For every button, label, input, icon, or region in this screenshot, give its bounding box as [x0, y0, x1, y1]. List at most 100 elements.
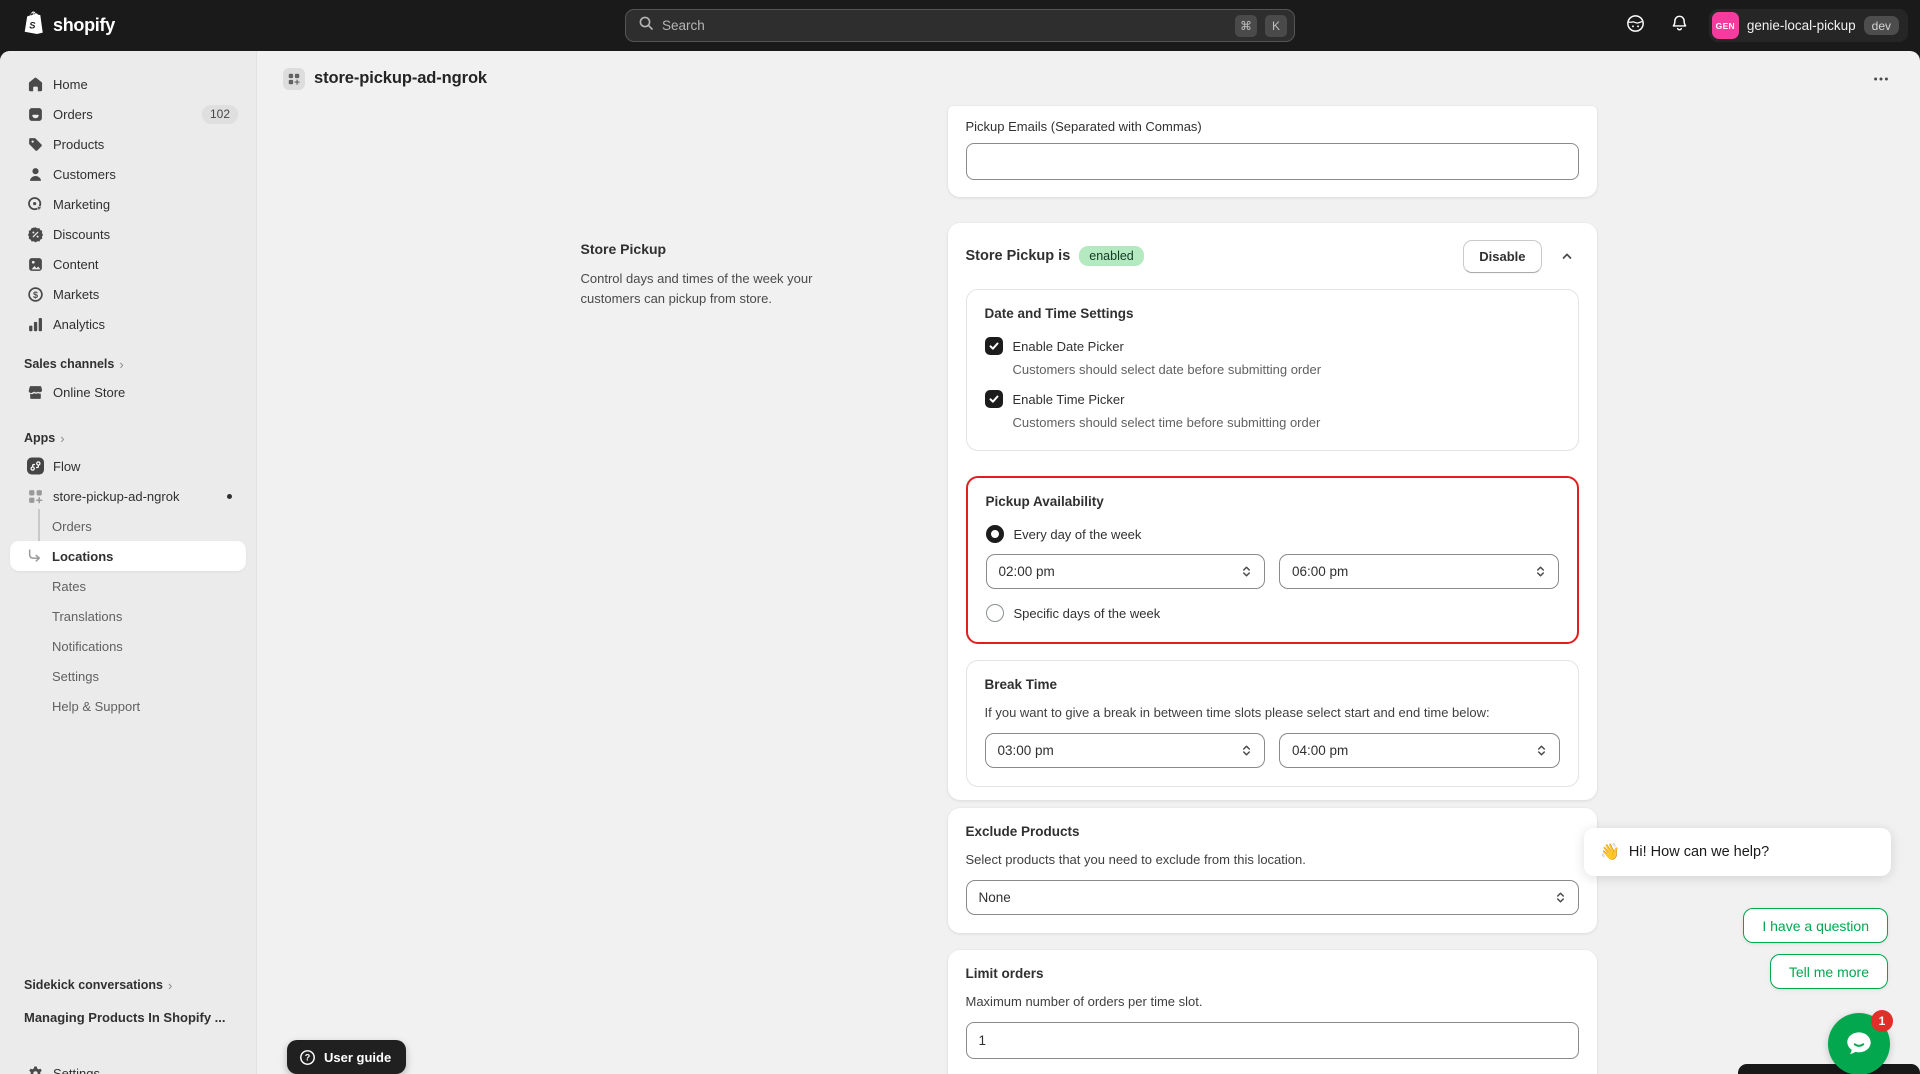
end-time-select[interactable]: 06:00 pm	[1279, 554, 1559, 589]
updown-chevron-icon	[1242, 566, 1251, 577]
notifications-button[interactable]	[1665, 11, 1695, 41]
search-input[interactable]	[662, 18, 1227, 33]
collapse-section-button[interactable]	[1555, 244, 1579, 268]
shopify-bag-icon: S	[22, 10, 46, 42]
sidebar-subitem-notifications[interactable]: Notifications	[0, 631, 256, 661]
sidekick-icon	[1625, 13, 1646, 39]
break-time-range: 03:00 pm 04:00 pm	[984, 733, 1560, 768]
search-icon	[638, 15, 654, 36]
apps-header[interactable]: Apps ›	[0, 425, 256, 451]
storefront-icon	[27, 384, 44, 401]
sidebar-item-analytics[interactable]: Analytics	[0, 309, 256, 339]
store-pickup-card-header: Store Pickup is enabled Disable	[966, 239, 1579, 273]
store-avatar: GEN	[1711, 12, 1739, 39]
enable-time-picker-row[interactable]: Enable Time Picker	[984, 390, 1560, 408]
user-guide-button[interactable]: ? User guide	[287, 1040, 407, 1074]
specific-days-label: Specific days of the week	[1013, 605, 1161, 621]
sidebar-item-label: Orders	[53, 106, 93, 122]
break-time-description: If you want to give a break in between t…	[984, 705, 1490, 720]
end-time-value: 06:00 pm	[1292, 564, 1349, 579]
chat-minimized-bar[interactable]	[1738, 1064, 1920, 1074]
enable-time-picker-label: Enable Time Picker	[1012, 391, 1125, 407]
sidebar-subitem-rates[interactable]: Rates	[0, 571, 256, 601]
sidebar-item-label: Home	[53, 76, 88, 92]
sidebar-subitem-locations[interactable]: Locations	[10, 541, 246, 571]
chat-greeting-bubble: 👋 Hi! How can we help?	[1584, 828, 1891, 876]
chat-launcher-button[interactable]: 1	[1828, 1010, 1893, 1074]
sidekick-button[interactable]	[1621, 11, 1651, 41]
chevron-up-icon	[1562, 253, 1571, 259]
settings-layout: Pickup Emails (Separated with Commas) St…	[581, 106, 1597, 1074]
sidebar-item-label: Analytics	[53, 316, 106, 332]
app-grid-icon	[27, 488, 44, 505]
break-start-value: 03:00 pm	[997, 743, 1054, 758]
every-day-option[interactable]: Every day of the week	[985, 525, 1559, 543]
limit-orders-input[interactable]	[965, 1022, 1579, 1059]
date-time-settings-title: Date and Time Settings	[984, 306, 1134, 321]
globe-dollar-icon: $	[27, 286, 44, 303]
sidebar-item-customers[interactable]: Customers	[0, 159, 256, 189]
global-search[interactable]: ⌘ K	[625, 9, 1295, 42]
sales-channels-label: Sales channels	[24, 357, 115, 371]
break-end-select[interactable]: 04:00 pm	[1279, 733, 1560, 768]
specific-days-radio[interactable]	[985, 604, 1004, 622]
enable-date-picker-checkbox[interactable]	[984, 337, 1003, 355]
sidebar-subitem-translations[interactable]: Translations	[0, 601, 256, 631]
sidebar-item-label: store-pickup-ad-ngrok	[53, 488, 180, 504]
orders-count-badge: 102	[201, 104, 238, 124]
sidebar-item-markets[interactable]: $ Markets	[0, 279, 256, 309]
disable-button[interactable]: Disable	[1463, 239, 1542, 273]
sidebar-item-discounts[interactable]: Discounts	[0, 219, 256, 249]
chevron-right-icon: ›	[119, 356, 124, 372]
sidebar-item-flow[interactable]: Flow	[0, 451, 256, 481]
break-time-section: Break Time If you want to give a break i…	[965, 660, 1579, 787]
sidebar-item-home[interactable]: Home	[0, 69, 256, 99]
sidebar-subitem-settings[interactable]: Settings	[0, 661, 256, 691]
dev-badge: dev	[1863, 16, 1899, 35]
updown-chevron-icon	[1556, 892, 1564, 903]
sidebar-item-marketing[interactable]: Marketing	[0, 189, 256, 219]
sidebar-subitem-help-support[interactable]: Help & Support	[0, 691, 256, 721]
sidebar-item-content[interactable]: Content	[0, 249, 256, 279]
sidekick-conversation-item[interactable]: Managing Products In Shopify ...	[0, 1002, 256, 1032]
sidebar-item-online-store[interactable]: Online Store	[0, 377, 256, 407]
chat-more-button[interactable]: Tell me more	[1769, 954, 1888, 989]
sidebar-item-products[interactable]: Products	[0, 129, 256, 159]
specific-days-option[interactable]: Specific days of the week	[985, 604, 1559, 622]
svg-text:$: $	[33, 289, 38, 299]
sidebar-item-orders[interactable]: Orders 102	[0, 99, 256, 129]
enable-time-picker-checkbox[interactable]	[984, 390, 1003, 408]
exclude-products-select[interactable]: None	[965, 880, 1579, 915]
sales-channels-header[interactable]: Sales channels ›	[0, 351, 256, 377]
break-start-select[interactable]: 03:00 pm	[984, 733, 1265, 768]
enable-date-picker-row[interactable]: Enable Date Picker	[984, 337, 1560, 355]
annotation-title: Store Pickup	[580, 241, 667, 257]
page-actions-menu-button[interactable]	[1867, 65, 1895, 93]
every-day-radio[interactable]	[985, 525, 1004, 543]
sidebar-item-label: Content	[53, 256, 99, 272]
store-menu[interactable]: GEN genie-local-pickup dev	[1708, 9, 1908, 42]
person-icon	[27, 166, 44, 183]
pickup-emails-label: Pickup Emails (Separated with Commas)	[965, 119, 1202, 134]
sidebar-item-app-store-pickup[interactable]: store-pickup-ad-ngrok	[0, 481, 256, 511]
subitem-label: Settings	[52, 668, 99, 684]
enable-date-picker-label: Enable Date Picker	[1012, 338, 1124, 354]
start-time-select[interactable]: 02:00 pm	[985, 554, 1265, 589]
enable-time-picker-description: Customers should select time before subm…	[1012, 415, 1321, 430]
sidebar-subitem-orders[interactable]: Orders	[0, 511, 256, 541]
bell-icon	[1670, 14, 1689, 38]
pickup-emails-input[interactable]	[965, 143, 1579, 180]
sidebar-item-label: Flow	[53, 458, 81, 474]
pickup-availability-title: Pickup Availability	[985, 494, 1104, 509]
exclude-products-card: Exclude Products Select products that yo…	[947, 808, 1597, 933]
orders-icon	[27, 106, 44, 123]
sidekick-conversations-header[interactable]: Sidekick conversations ›	[0, 972, 256, 998]
pickup-emails-card: Pickup Emails (Separated with Commas)	[947, 106, 1597, 197]
sidebar-item-settings[interactable]: Settings	[0, 1058, 256, 1074]
discount-icon	[27, 226, 44, 243]
chat-question-button[interactable]: I have a question	[1743, 908, 1888, 943]
store-pickup-card: Store Pickup is enabled Disable Date and…	[947, 223, 1597, 800]
shopify-logo[interactable]: S shopify	[22, 10, 115, 42]
svg-text:?: ?	[305, 1052, 311, 1062]
target-icon	[27, 196, 44, 213]
